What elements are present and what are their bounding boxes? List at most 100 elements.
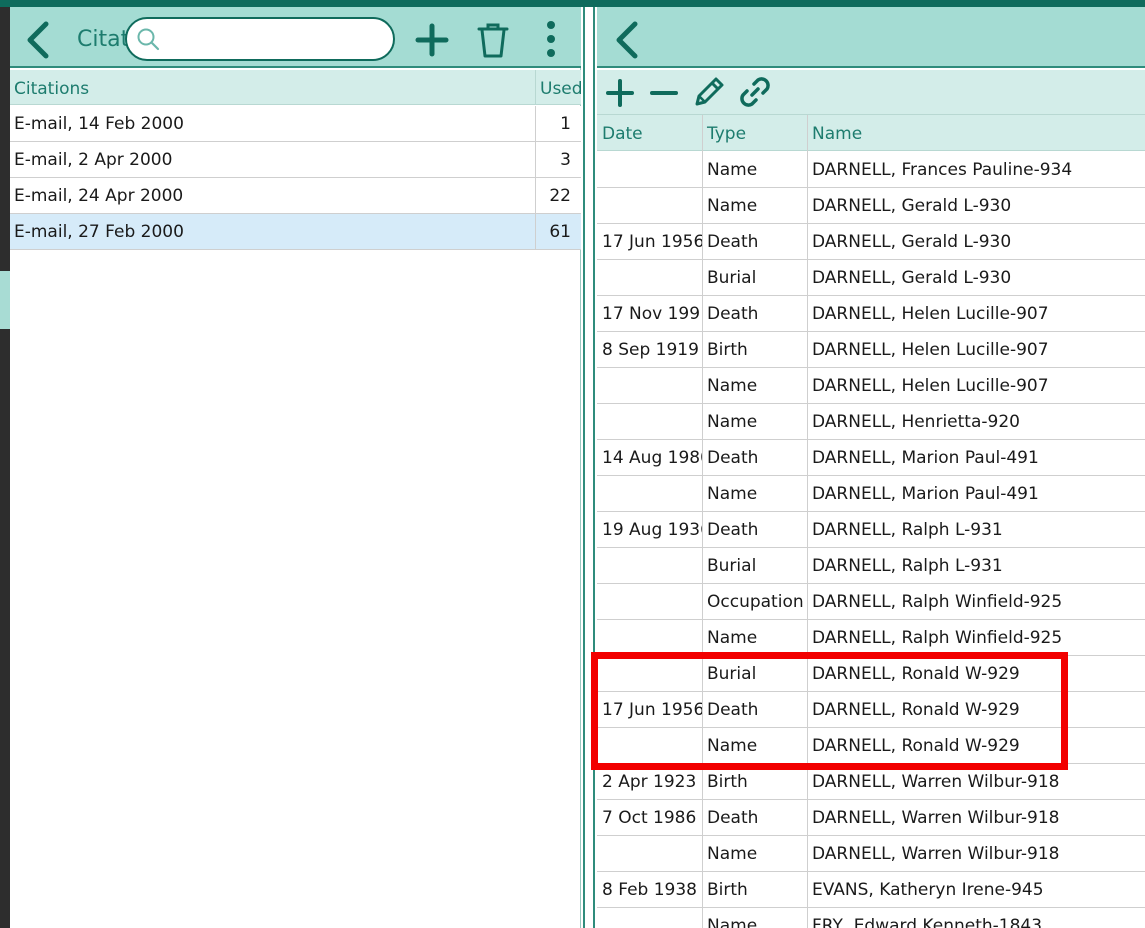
- person-name: DARNELL, Ralph Winfield-925: [812, 628, 1063, 648]
- person-name: DARNELL, Ralph L-931: [812, 520, 1003, 540]
- event-date: 2 Apr 1923: [602, 772, 697, 792]
- event-date: 19 Aug 1936: [602, 520, 702, 540]
- event-row[interactable]: 7 Oct 1986 Death DARNELL, Warren Wilbur-91…: [597, 800, 1145, 836]
- back-arrow-icon[interactable]: [24, 21, 52, 59]
- citation-used-count: 1: [560, 114, 571, 134]
- person-name: DARNELL, Warren Wilbur-918: [812, 772, 1060, 792]
- person-name: DARNELL, Ralph Winfield-925: [812, 592, 1063, 612]
- person-name: DARNELL, Ralph L-931: [812, 556, 1003, 576]
- citation-text: E-mail, 14 Feb 2000: [14, 114, 184, 134]
- page-title: Citations: [77, 27, 127, 52]
- citation-row[interactable]: E-mail, 24 Apr 2000 22: [10, 178, 581, 214]
- event-type: Name: [707, 484, 758, 504]
- event-type: Birth: [707, 772, 748, 792]
- event-date: 7 Oct 1986: [602, 808, 697, 828]
- event-type: Death: [707, 808, 759, 828]
- person-name: DARNELL, Helen Lucille-907: [812, 340, 1049, 360]
- add-icon[interactable]: [605, 78, 635, 108]
- more-vert-icon[interactable]: [544, 19, 558, 59]
- event-date: 17 Nov 1991: [602, 304, 702, 324]
- column-header-name[interactable]: Name: [812, 124, 862, 144]
- event-date: 8 Sep 1919: [602, 340, 699, 360]
- person-name: DARNELL, Helen Lucille-907: [812, 376, 1049, 396]
- person-name: DARNELL, Warren Wilbur-918: [812, 844, 1060, 864]
- event-type: Birth: [707, 340, 748, 360]
- delete-icon[interactable]: [476, 21, 510, 59]
- event-row[interactable]: Name DARNELL, Helen Lucille-907: [597, 368, 1145, 404]
- edit-pencil-icon[interactable]: [691, 74, 727, 110]
- app-side-strip: [0, 7, 10, 928]
- event-type: Death: [707, 448, 759, 468]
- event-row[interactable]: Occupation DARNELL, Ralph Winfield-925: [597, 584, 1145, 620]
- person-name: DARNELL, Frances Pauline-934: [812, 160, 1073, 180]
- event-row[interactable]: 14 Aug 1980 Death DARNELL, Marion Paul-491: [597, 440, 1145, 476]
- event-type: Name: [707, 376, 758, 396]
- citations-header: Citations: [10, 7, 581, 68]
- event-date: 17 Jun 1956: [602, 232, 702, 252]
- event-type: Name: [707, 916, 758, 928]
- person-name: EVANS, Katheryn Irene-945: [812, 880, 1044, 900]
- citation-text: E-mail, 24 Apr 2000: [14, 186, 184, 206]
- event-type: Name: [707, 412, 758, 432]
- citation-text: E-mail, 2 Apr 2000: [14, 150, 173, 170]
- back-arrow-icon[interactable]: [613, 21, 641, 59]
- event-type: Occupation: [707, 592, 804, 612]
- link-icon[interactable]: [735, 72, 775, 112]
- citation-used-count: 3: [560, 150, 571, 170]
- event-type: Death: [707, 304, 759, 324]
- event-row[interactable]: Name DARNELL, Warren Wilbur-918: [597, 836, 1145, 872]
- event-date: 14 Aug 1980: [602, 448, 702, 468]
- uses-column-header: Date Type Name: [597, 114, 1145, 152]
- citation-row-selected[interactable]: E-mail, 27 Feb 2000 61: [10, 214, 581, 250]
- search-box[interactable]: [125, 17, 395, 61]
- person-name: DARNELL, Marion Paul-491: [812, 448, 1039, 468]
- person-name: DARNELL, Helen Lucille-907: [812, 304, 1049, 324]
- event-row[interactable]: 8 Sep 1919 Birth DARNELL, Helen Lucille-90…: [597, 332, 1145, 368]
- event-row[interactable]: Name DARNELL, Frances Pauline-934: [597, 152, 1145, 188]
- citation-used-count: 22: [549, 186, 571, 206]
- search-icon: [137, 28, 160, 51]
- uses-toolbar: [597, 70, 1145, 114]
- person-name: FRY, Edward Kenneth-1843: [812, 916, 1043, 928]
- event-row[interactable]: 8 Feb 1938 Birth EVANS, Katheryn Irene-945: [597, 872, 1145, 908]
- event-row[interactable]: Name DARNELL, Henrietta-920: [597, 404, 1145, 440]
- event-row[interactable]: Burial DARNELL, Ralph L-931: [597, 548, 1145, 584]
- event-row[interactable]: Burial DARNELL, Gerald L-930: [597, 260, 1145, 296]
- event-type: Birth: [707, 880, 748, 900]
- citation-used-count: 61: [549, 222, 571, 242]
- event-row[interactable]: Name DARNELL, Gerald L-930: [597, 188, 1145, 224]
- citation-text: E-mail, 27 Feb 2000: [14, 222, 184, 242]
- column-header-date[interactable]: Date: [602, 124, 643, 144]
- citations-panel: Citations Citations Used E-mail, 14 Feb …: [10, 7, 583, 928]
- column-header-type[interactable]: Type: [707, 124, 746, 144]
- panel-splitter[interactable]: [583, 7, 595, 928]
- citation-uses-panel: Date Type Name Name DARNELL, Frances Paul…: [597, 7, 1145, 928]
- event-type: Name: [707, 160, 758, 180]
- event-row[interactable]: Name DARNELL, Marion Paul-491: [597, 476, 1145, 512]
- side-strip-accent: [0, 271, 10, 329]
- event-type: Burial: [707, 268, 757, 288]
- event-type: Burial: [707, 556, 757, 576]
- window-top-bar: [0, 0, 1145, 7]
- person-name: DARNELL, Marion Paul-491: [812, 484, 1039, 504]
- event-row[interactable]: Name DARNELL, Ralph Winfield-925: [597, 620, 1145, 656]
- column-header-used[interactable]: Used: [540, 79, 583, 99]
- column-header-citations[interactable]: Citations: [14, 79, 89, 99]
- add-icon[interactable]: [415, 23, 449, 57]
- event-type: Death: [707, 232, 759, 252]
- citation-row[interactable]: E-mail, 14 Feb 2000 1: [10, 106, 581, 142]
- event-row[interactable]: 17 Nov 1991 Death DARNELL, Helen Lucille-9…: [597, 296, 1145, 332]
- person-name: DARNELL, Warren Wilbur-918: [812, 808, 1060, 828]
- highlight-box: [591, 652, 1068, 770]
- search-input[interactable]: [163, 25, 385, 53]
- event-row[interactable]: 19 Aug 1936 Death DARNELL, Ralph L-931: [597, 512, 1145, 548]
- person-name: DARNELL, Gerald L-930: [812, 232, 1012, 252]
- event-type: Name: [707, 844, 758, 864]
- event-date: 8 Feb 1938: [602, 880, 697, 900]
- uses-header: [597, 7, 1145, 68]
- remove-icon[interactable]: [649, 78, 679, 108]
- event-row[interactable]: Name FRY, Edward Kenneth-1843: [597, 908, 1145, 928]
- citation-row[interactable]: E-mail, 2 Apr 2000 3: [10, 142, 581, 178]
- event-row[interactable]: 17 Jun 1956 Death DARNELL, Gerald L-930: [597, 224, 1145, 260]
- person-name: DARNELL, Gerald L-930: [812, 268, 1012, 288]
